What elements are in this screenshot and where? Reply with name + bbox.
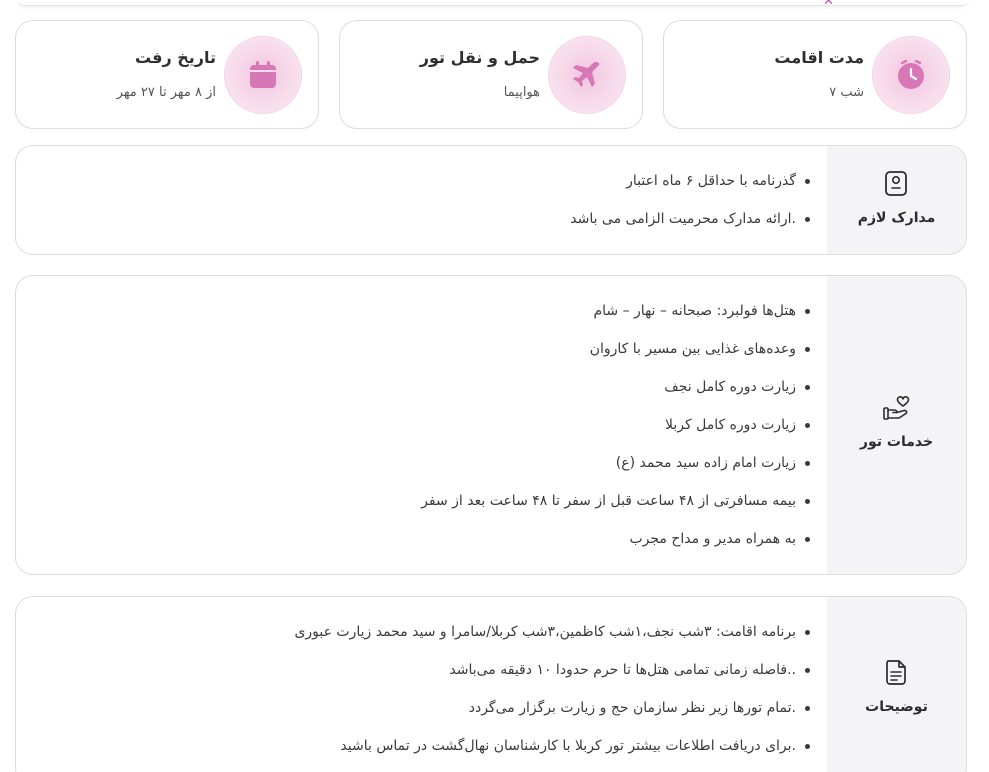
list-item: گذرنامه با حداقل ۶ ماه اعتبار [570, 170, 810, 208]
services-list: هتل‌ها فولبرد: صبحانه – نهار – شام وعده‌… [421, 300, 810, 566]
clock-icon [873, 37, 949, 113]
section-header: مدارک لازم [827, 146, 966, 254]
info-card-duration: مدت اقامت ۷ شب [663, 20, 967, 129]
passport-icon [885, 171, 907, 196]
notes-list: برنامه اقامت: ۳شب نجف،۱شب کاظمین،۳شب کرب… [294, 621, 810, 772]
tour-services-section: خدمات تور هتل‌ها فولبرد: صبحانه – نهار –… [15, 275, 967, 575]
info-card-value: از ۸ مهر تا ۲۷ مهر [116, 85, 216, 100]
section-title: خدمات تور [859, 434, 934, 450]
info-card-departure-date: تاریخ رفت از ۸ مهر تا ۲۷ مهر [15, 20, 319, 129]
list-item: تمام تورها زیر نظر سازمان حج و زیارت برگ… [294, 697, 810, 735]
list-item: هتل‌ها فولبرد: صبحانه – نهار – شام [421, 300, 810, 338]
documents-list: گذرنامه با حداقل ۶ ماه اعتبار ارائه مدار… [570, 170, 810, 246]
info-card-transport: حمل و نقل تور هواپیما [339, 20, 643, 129]
section-title: مدارک لازم [857, 210, 936, 226]
hand-heart-icon [883, 396, 910, 420]
required-documents-section: مدارک لازم گذرنامه با حداقل ۶ ماه اعتبار… [15, 145, 967, 255]
info-card-value: هواپیما [503, 85, 540, 100]
info-card-title: حمل و نقل تور [419, 48, 540, 67]
list-item: برای دریافت اطلاعات بیشتر تور کربلا با ک… [294, 735, 810, 772]
list-item: زیارت امام زاده سید محمد (ع) [421, 452, 810, 490]
info-card-title: مدت اقامت [774, 48, 864, 67]
info-card-value: ۷ شب [829, 85, 864, 100]
list-item: زیارت دوره کامل نجف [421, 376, 810, 414]
section-header: خدمات تور [827, 276, 966, 574]
airplane-icon [549, 37, 625, 113]
list-item: به همراه مدیر و مداح مجرب [421, 528, 810, 566]
list-item: وعده‌های غذایی بین مسیر با کاروان [421, 338, 810, 376]
info-card-title: تاریخ رفت [135, 48, 216, 67]
section-header: توضیحات [827, 597, 966, 772]
list-item: برنامه اقامت: ۳شب نجف،۱شب کاظمین،۳شب کرب… [294, 621, 810, 659]
notes-section: توضیحات برنامه اقامت: ۳شب نجف،۱شب کاظمین… [15, 596, 967, 772]
calendar-icon [225, 37, 301, 113]
section-title: توضیحات [865, 699, 928, 715]
list-item: زیارت دوره کامل کربلا [421, 414, 810, 452]
document-icon [886, 660, 906, 685]
list-item: فاصله زمانی تمامی هتل‌ها تا حرم حدودا ۱۰… [294, 659, 810, 697]
list-item: بیمه مسافرتی از ۴۸ ساعت قبل از سفر تا ۴۸… [421, 490, 810, 528]
list-item: ارائه مدارک محرمیت الزامی می باشد. [570, 208, 810, 246]
close-icon[interactable]: ✕ [823, 0, 834, 9]
tour-info-row: مدت اقامت ۷ شب حمل و نقل تور هواپیما تار… [15, 20, 967, 129]
